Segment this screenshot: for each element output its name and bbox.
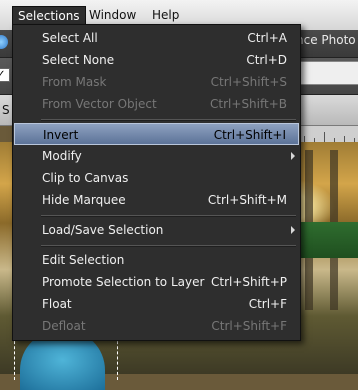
menu-item-modify[interactable]: Modify xyxy=(14,145,299,167)
menu-item-from-mask: From Mask Ctrl+Shift+S xyxy=(14,71,299,93)
submenu-arrow-icon xyxy=(291,152,295,160)
menubar-help[interactable]: Help xyxy=(147,6,184,25)
menu-item-label: Float xyxy=(42,297,72,311)
menu-item-select-all[interactable]: Select All Ctrl+A xyxy=(14,27,299,49)
menu-item-shortcut: Ctrl+Shift+S xyxy=(210,75,287,89)
menu-item-select-none[interactable]: Select None Ctrl+D xyxy=(14,49,299,71)
menu-item-promote-selection[interactable]: Promote Selection to Layer Ctrl+Shift+P xyxy=(14,271,299,293)
document-tab[interactable]: S xyxy=(2,103,10,117)
menu-item-invert[interactable]: Invert Ctrl+Shift+I xyxy=(14,123,299,145)
options-checkbox[interactable]: ✓ xyxy=(0,68,10,82)
menu-item-label: Load/Save Selection xyxy=(42,223,164,237)
menubar-selections[interactable]: Selections xyxy=(12,6,86,26)
submenu-arrow-icon xyxy=(291,226,295,234)
menu-item-shortcut: Ctrl+Shift+F xyxy=(211,319,287,333)
menu-item-label: Select None xyxy=(42,53,115,67)
menu-item-shortcut: Ctrl+D xyxy=(246,53,287,67)
menu-item-shortcut: Ctrl+Shift+B xyxy=(210,97,287,111)
menu-item-label: From Vector Object xyxy=(42,97,157,111)
menu-item-from-vector-object: From Vector Object Ctrl+Shift+B xyxy=(14,93,299,115)
menu-separator xyxy=(41,119,296,121)
canvas-banner xyxy=(300,222,358,258)
menubar-window[interactable]: Window xyxy=(84,6,141,25)
menu-item-label: Edit Selection xyxy=(42,253,125,267)
menu-item-label: Invert xyxy=(43,128,79,142)
ruler xyxy=(300,126,358,143)
menu-item-label: Modify xyxy=(42,149,82,163)
menu-item-edit-selection[interactable]: Edit Selection xyxy=(14,249,299,271)
menu-item-label: Hide Marquee xyxy=(42,193,126,207)
menu-item-label: From Mask xyxy=(42,75,107,89)
selections-menu: Select All Ctrl+A Select None Ctrl+D Fro… xyxy=(12,24,301,341)
menu-item-shortcut: Ctrl+F xyxy=(248,297,287,311)
menu-item-label: Select All xyxy=(42,31,98,45)
menu-item-shortcut: Ctrl+Shift+I xyxy=(213,128,286,142)
menu-separator xyxy=(41,245,296,247)
menu-item-float[interactable]: Float Ctrl+F xyxy=(14,293,299,315)
menu-item-load-save-selection[interactable]: Load/Save Selection xyxy=(14,219,299,241)
menu-item-hide-marquee[interactable]: Hide Marquee Ctrl+Shift+M xyxy=(14,189,299,211)
menu-item-label: Promote Selection to Layer xyxy=(42,275,205,289)
menu-item-label: Clip to Canvas xyxy=(42,171,129,185)
menu-item-label: Defloat xyxy=(42,319,86,333)
menu-item-clip-to-canvas[interactable]: Clip to Canvas xyxy=(14,167,299,189)
menu-separator xyxy=(41,215,296,217)
menu-item-shortcut: Ctrl+Shift+M xyxy=(207,193,287,207)
menu-item-shortcut: Ctrl+Shift+P xyxy=(211,275,287,289)
menu-item-shortcut: Ctrl+A xyxy=(247,31,287,45)
app-title-fragment: nce Photo xyxy=(296,33,356,47)
menu-item-defloat: Defloat Ctrl+Shift+F xyxy=(14,315,299,337)
